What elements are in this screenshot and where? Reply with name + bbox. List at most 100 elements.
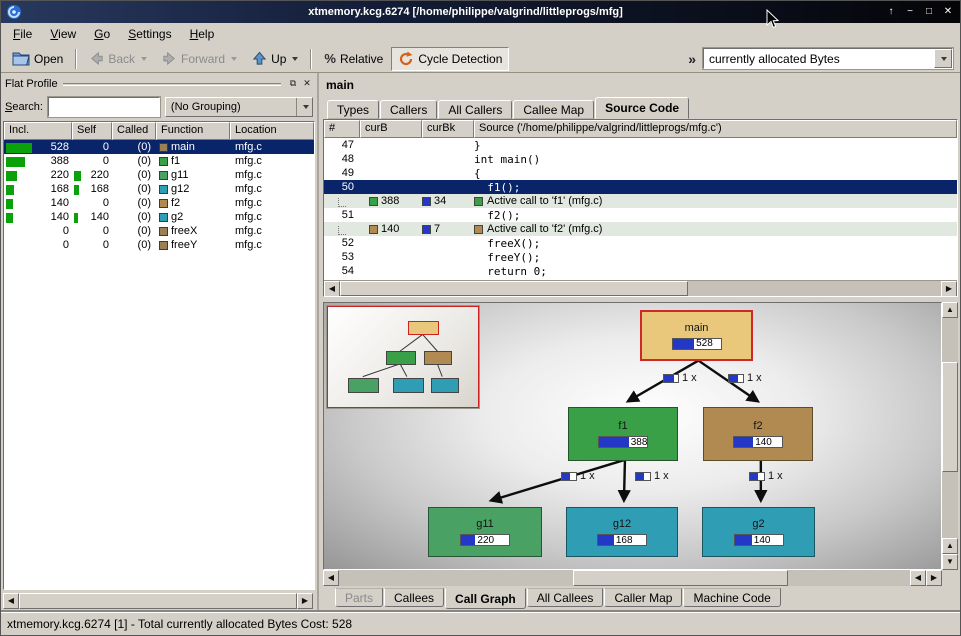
scrollbar-thumb[interactable] [942,362,958,472]
menu-settings[interactable]: Settings [119,24,180,44]
scroll-down-button[interactable]: ▼ [942,554,958,570]
graph-hscrollbar[interactable]: ◀ ◀ ▶ [323,570,942,586]
source-view: # curB curBk Source ('/home/philippe/val… [323,119,958,297]
node-cost-value: 168 [614,535,633,546]
source-line[interactable]: 51 f2(); [324,208,957,222]
source-line[interactable]: 54 return 0; [324,264,957,278]
table-row-main[interactable]: 528 0 (0) main mfg.c [4,140,314,154]
table-row-g2[interactable]: 140 140 (0) g2 mfg.c [4,210,314,224]
tab-caller-map[interactable]: Caller Map [604,588,682,607]
tab-parts[interactable]: Parts [335,588,383,607]
table-row-freeX[interactable]: 0 0 (0) freeX mfg.c [4,224,314,238]
call-line-f2[interactable]: 140 7 Active call to 'f2' (mfg.c) [324,222,957,236]
column-header-location[interactable]: Location [230,122,314,140]
source-line-selected[interactable]: 50 f1(); [324,180,957,194]
scroll-left-button[interactable]: ◀ [323,570,339,586]
table-row-f2[interactable]: 140 0 (0) f2 mfg.c [4,196,314,210]
graph-node-f2[interactable]: f2 140 [703,407,813,461]
scroll-up-button[interactable]: ▲ [942,302,958,318]
call-line-f1[interactable]: 388 34 Active call to 'f1' (mfg.c) [324,194,957,208]
source-line[interactable]: 53 freeY(); [324,250,957,264]
scrollbar-thumb[interactable] [573,570,788,586]
open-button[interactable]: Open [5,47,70,71]
menu-help[interactable]: Help [181,24,224,44]
graph-node-g2[interactable]: g2 140 [702,507,815,557]
table-row-f1[interactable]: 388 0 (0) f1 mfg.c [4,154,314,168]
function-color-icon [369,197,378,206]
table-row-g11[interactable]: 220 220 (0) g11 mfg.c [4,168,314,182]
app-icon [6,4,22,20]
grouping-select[interactable]: (No Grouping) [165,97,313,117]
graph-node-g11[interactable]: g11 220 [428,507,542,557]
scroll-up-button[interactable]: ▲ [942,538,958,554]
event-type-select[interactable]: currently allocated Bytes [703,48,953,69]
scrollbar-thumb[interactable] [19,593,297,609]
graph-vscrollbar[interactable]: ▲ ▲ ▼ [942,302,958,570]
back-button[interactable]: Back [82,47,154,71]
dock-close-button[interactable]: ✕ [300,77,314,91]
column-header-called[interactable]: Called [112,122,156,140]
tab-callee-map[interactable]: Callee Map [513,100,594,119]
tab-machine-code[interactable]: Machine Code [683,588,780,607]
up-button[interactable]: Up [245,47,305,71]
table-header: Incl. Self Called Function Location [4,122,314,140]
scrollbar-thumb[interactable] [340,281,688,296]
search-input[interactable] [48,97,160,117]
function-color-icon [159,213,168,222]
shade-button[interactable]: ↑ [883,4,899,20]
overview-viewport-rect[interactable] [327,306,479,408]
tab-call-graph[interactable]: Call Graph [445,588,526,609]
status-text: xtmemory.kcg.6274 [1] - Total currently … [7,617,352,631]
column-header-curBk[interactable]: curBk [422,120,474,138]
column-header-curB[interactable]: curB [360,120,422,138]
scroll-right-button[interactable]: ▶ [941,281,957,297]
grouping-dropdown-button[interactable] [296,98,312,116]
scroll-left-button[interactable]: ◀ [324,281,340,297]
cycle-detection-toggle-button[interactable]: Cycle Detection [391,47,509,71]
event-type-dropdown-button[interactable] [934,49,952,68]
table-row-g12[interactable]: 168 168 (0) g12 mfg.c [4,182,314,196]
table-row-freeY[interactable]: 0 0 (0) freeY mfg.c [4,238,314,252]
source-line[interactable]: 49 { [324,166,957,180]
source-line[interactable]: 47 } [324,138,957,152]
source-line[interactable]: 52 freeX(); [324,236,957,250]
dock-header[interactable]: Flat Profile ⧉ ✕ [1,73,317,93]
event-type-value: currently allocated Bytes [704,52,934,66]
tab-callees[interactable]: Callees [384,588,444,607]
tab-all-callers[interactable]: All Callers [438,100,512,119]
graph-node-g12[interactable]: g12 168 [566,507,678,557]
relative-toggle-button[interactable]: % Relative [317,47,390,71]
tab-all-callees[interactable]: All Callees [527,588,604,607]
graph-node-f1[interactable]: f1 388 [568,407,678,461]
menu-go[interactable]: Go [85,24,119,44]
column-header-line[interactable]: # [324,120,360,138]
call-graph-canvas[interactable]: main 528 f1 388 f2 140 g11 220 [323,302,942,570]
minimize-button[interactable]: − [902,4,918,20]
flat-profile-hscrollbar[interactable]: ◀ ▶ [3,593,313,609]
scroll-left-button[interactable]: ◀ [3,593,19,609]
graph-node-main[interactable]: main 528 [640,310,753,361]
graph-overview[interactable] [326,305,480,409]
scroll-right-button[interactable]: ▶ [297,593,313,609]
column-header-incl[interactable]: Incl. [4,122,72,140]
titlebar[interactable]: xtmemory.kcg.6274 [/home/philippe/valgri… [1,1,960,23]
dock-float-button[interactable]: ⧉ [286,77,300,91]
function-color-icon [159,185,168,194]
forward-button[interactable]: Forward [155,47,244,71]
source-hscrollbar[interactable]: ◀ ▶ [324,280,957,296]
column-header-self[interactable]: Self [72,122,112,140]
close-button[interactable]: ✕ [940,4,956,20]
column-header-function[interactable]: Function [156,122,230,140]
maximize-button[interactable]: □ [921,4,937,20]
up-arrow-icon [252,51,267,66]
source-line[interactable]: 48 int main() [324,152,957,166]
column-header-source[interactable]: Source ('/home/philippe/valgrind/littlep… [474,120,957,138]
scroll-right-button[interactable]: ▶ [926,570,942,586]
tab-types[interactable]: Types [327,100,379,119]
menu-file[interactable]: File [4,24,41,44]
tab-callers[interactable]: Callers [380,100,437,119]
menu-view[interactable]: View [41,24,85,44]
scroll-left-button[interactable]: ◀ [910,570,926,586]
tab-source-code[interactable]: Source Code [595,97,689,119]
toolbar-overflow-button[interactable]: » [682,51,702,67]
